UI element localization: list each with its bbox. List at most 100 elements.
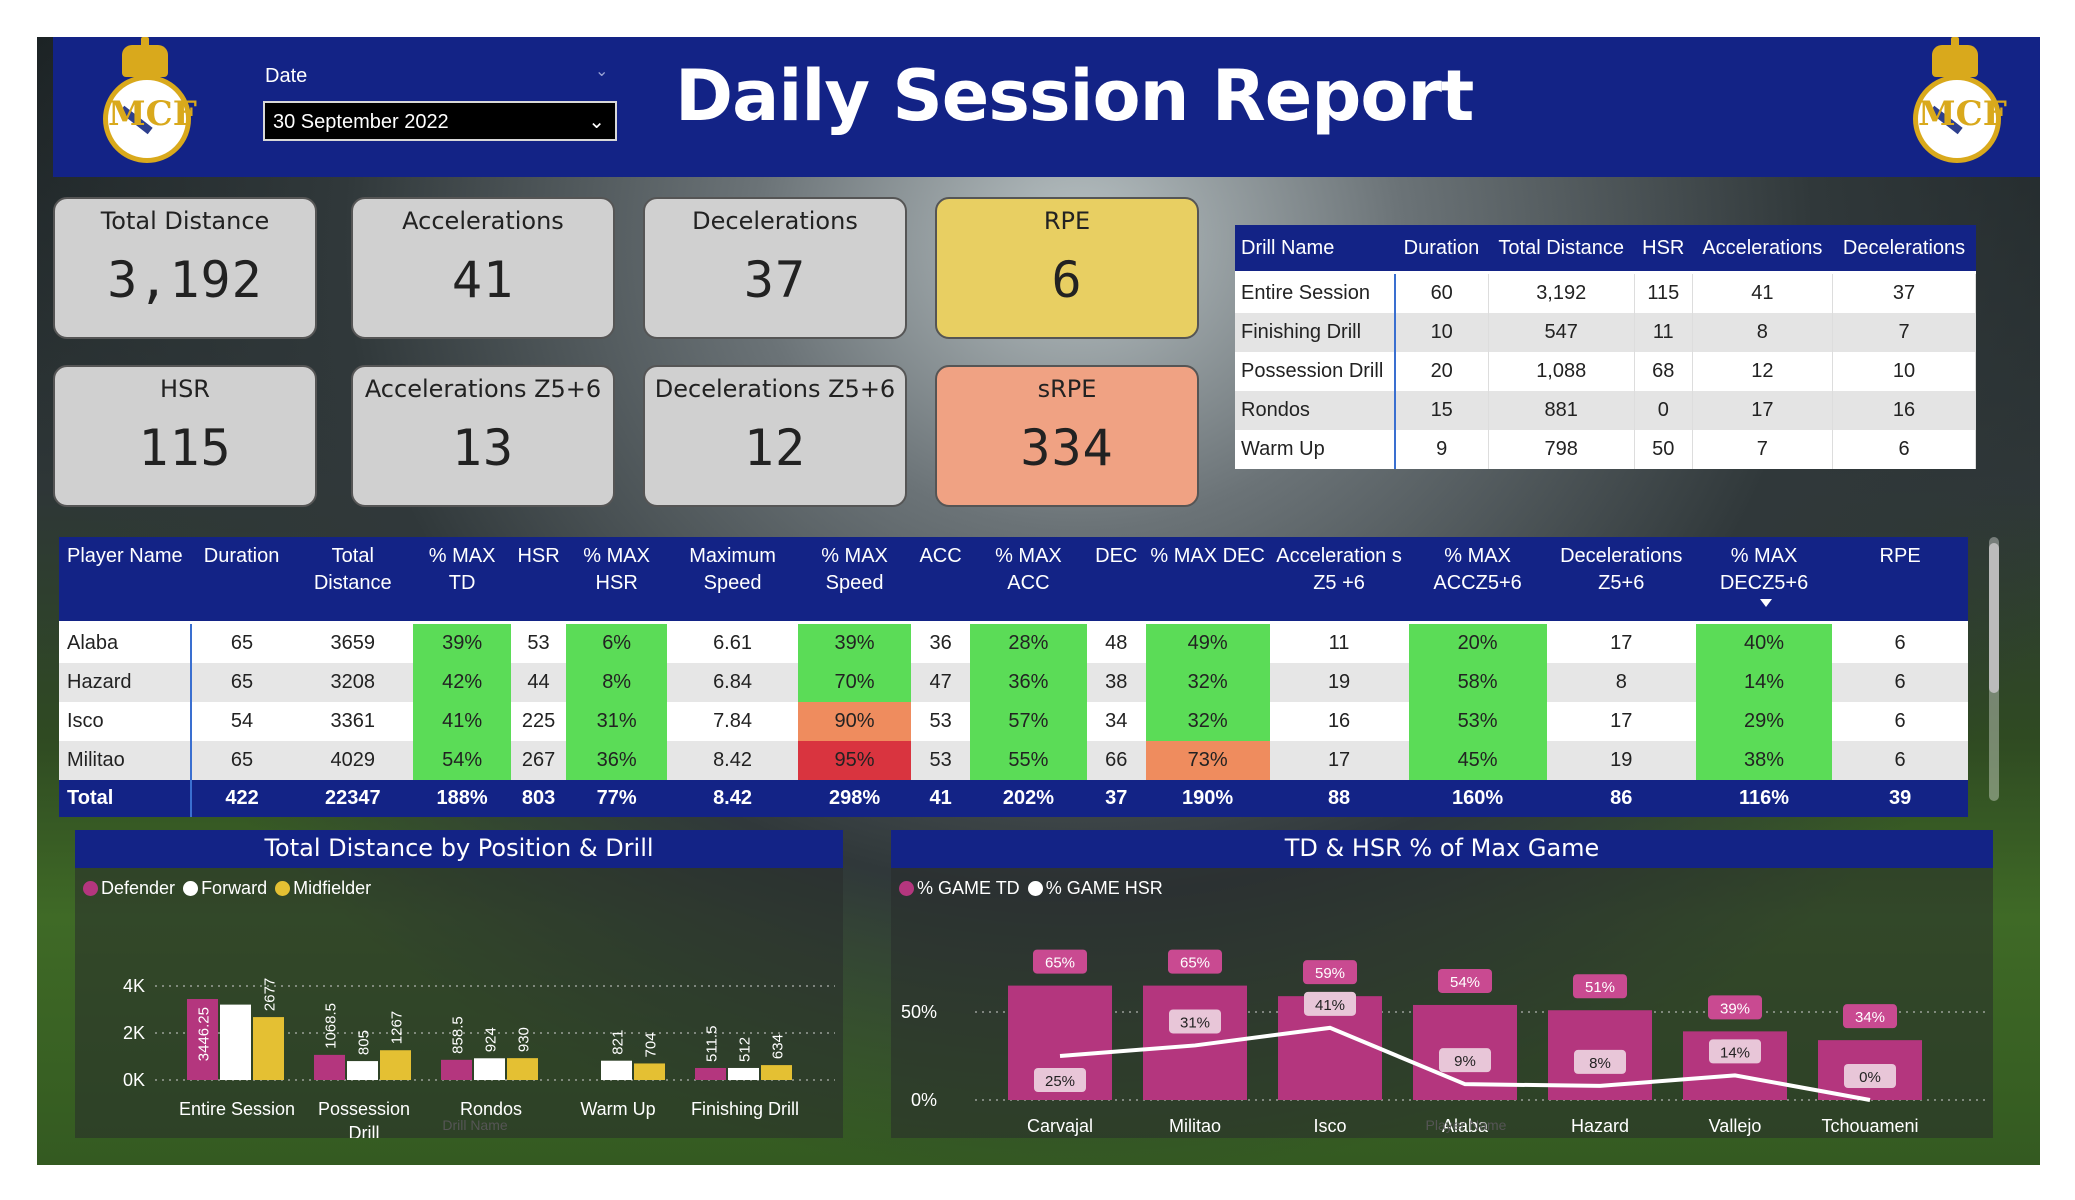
- table-cell: 3361: [292, 702, 414, 741]
- table-row[interactable]: Hazard 65 3208 42% 44 8% 6.84 70% 47 36% 38 32% 19 58…: [59, 663, 1968, 702]
- column-header[interactable]: % MAX DECZ5+6: [1695, 537, 1833, 624]
- column-header-label: DEC: [1095, 545, 1138, 567]
- column-header[interactable]: % MAX TD: [413, 537, 511, 624]
- data-label: 54%: [1450, 974, 1480, 991]
- table-cell: 3659: [292, 622, 414, 663]
- table-cell: 267: [510, 741, 567, 780]
- bar-forward[interactable]: [601, 1060, 632, 1080]
- kpi-label: RPE: [1043, 207, 1091, 235]
- table-cell: 53: [911, 741, 970, 780]
- bar-game-td[interactable]: [1143, 985, 1247, 1100]
- x-tick-label: Drill: [349, 1123, 380, 1138]
- table-row[interactable]: Finishing Drill 10 547 11 8 7: [1235, 313, 1976, 352]
- table-cell: 11: [1269, 622, 1409, 663]
- chevron-down-icon[interactable]: ⌄: [588, 109, 605, 134]
- table-row[interactable]: Alaba 65 3659 39% 53 6% 6.61 39% 36 28% 48 49% 11 20%…: [59, 622, 1968, 663]
- column-header[interactable]: ACC: [911, 537, 970, 624]
- column-header[interactable]: Accelerations: [1692, 225, 1833, 274]
- total-cell: 86: [1546, 780, 1696, 817]
- column-header[interactable]: HSR: [510, 537, 567, 624]
- scrollbar-thumb[interactable]: [1989, 543, 1999, 693]
- table-cell: 53%: [1408, 702, 1547, 741]
- table-cell: 7: [1832, 313, 1976, 352]
- bar-forward[interactable]: [347, 1061, 378, 1080]
- bar-midfielder[interactable]: [380, 1050, 411, 1080]
- chart-panel-td-hsr: TD & HSR % of Max Game % GAME TD% GAME H…: [891, 830, 1993, 1138]
- sort-descending-icon[interactable]: [1759, 599, 1772, 607]
- column-header[interactable]: Duration: [1394, 225, 1489, 274]
- column-header[interactable]: HSR: [1634, 225, 1693, 274]
- bar-forward[interactable]: [220, 1004, 251, 1080]
- drill-table: Drill Name Duration Total Distance HSR A…: [1235, 225, 1976, 469]
- table-cell: 16: [1269, 702, 1409, 741]
- table-cell: 17: [1546, 702, 1696, 741]
- table-scrollbar[interactable]: [1989, 537, 1999, 801]
- table-cell: 798: [1488, 430, 1635, 469]
- bar-midfielder[interactable]: [253, 1017, 284, 1080]
- real-madrid-crest-icon: MCF: [1907, 37, 2007, 163]
- x-tick-label: Vallejo: [1709, 1116, 1762, 1136]
- table-cell: 45%: [1408, 741, 1547, 780]
- table-row[interactable]: Militao 65 4029 54% 267 36% 8.42 95% 53 55% 66 73% 1…: [59, 741, 1968, 780]
- table-cell: 11: [1634, 313, 1693, 352]
- table-row[interactable]: Isco 54 3361 41% 225 31% 7.84 90% 53 57% 34 32% 16 53…: [59, 702, 1968, 741]
- total-cell: 8.42: [667, 780, 798, 817]
- column-header[interactable]: Drill Name: [1235, 225, 1395, 274]
- kpi-value: 3,192: [107, 251, 263, 309]
- x-tick-label: Possession: [318, 1099, 410, 1119]
- table-cell: 16: [1832, 391, 1976, 430]
- kpi-card-total-distance: Total Distance 3,192: [53, 197, 317, 339]
- bar-forward[interactable]: [728, 1067, 759, 1080]
- column-header[interactable]: Player Name: [59, 537, 191, 624]
- date-dropdown[interactable]: 30 September 2022 ⌄: [263, 101, 617, 141]
- column-header[interactable]: Duration: [190, 537, 293, 624]
- bar-midfielder[interactable]: [634, 1063, 665, 1080]
- table-cell: 48: [1086, 622, 1146, 663]
- table-cell: 8%: [566, 663, 668, 702]
- column-header[interactable]: Acceleration s Z5 +6: [1269, 537, 1409, 624]
- column-header-label: HSR: [517, 545, 560, 567]
- column-header[interactable]: % MAX ACC: [969, 537, 1087, 624]
- bar-midfielder[interactable]: [761, 1065, 792, 1080]
- table-cell: 31%: [566, 702, 668, 741]
- table-cell: 3,192: [1488, 272, 1635, 313]
- table-cell: 57%: [969, 702, 1087, 741]
- bar-defender[interactable]: [441, 1059, 472, 1080]
- column-header[interactable]: Total Distance: [1488, 225, 1635, 274]
- data-label: 821: [610, 1030, 627, 1055]
- table-cell: 8: [1692, 313, 1834, 352]
- kpi-card-decelerations-z56: Decelerations Z5+6 12: [643, 365, 907, 507]
- bar-defender[interactable]: [314, 1054, 345, 1080]
- table-cell: 28%: [969, 622, 1087, 663]
- table-cell: 225: [510, 702, 567, 741]
- kpi-label: Total Distance: [100, 207, 270, 235]
- column-header[interactable]: % MAX HSR: [566, 537, 668, 624]
- column-header[interactable]: % MAX Speed: [797, 537, 912, 624]
- kpi-label: Accelerations Z5+6: [364, 375, 602, 403]
- x-axis-title: Drill Name: [442, 1117, 508, 1133]
- bar-forward[interactable]: [474, 1058, 505, 1080]
- column-header[interactable]: Maximum Speed: [667, 537, 798, 624]
- slicer-collapse-icon[interactable]: ⌄: [595, 61, 608, 80]
- column-header[interactable]: % MAX ACCZ5+6: [1408, 537, 1547, 624]
- crest-monogram: MCF: [1918, 94, 2007, 134]
- table-cell: 8: [1546, 663, 1696, 702]
- total-cell: 803: [510, 780, 567, 817]
- column-header[interactable]: Decelerations Z5+6: [1546, 537, 1696, 624]
- column-header[interactable]: RPE: [1832, 537, 1968, 624]
- kpi-card-accelerations: Accelerations 41: [351, 197, 615, 339]
- table-cell: 53: [510, 622, 567, 663]
- table-cell: 3208: [292, 663, 414, 702]
- table-row[interactable]: Warm Up 9 798 50 7 6: [1235, 430, 1976, 469]
- column-header[interactable]: Decelerations: [1832, 225, 1976, 274]
- table-row[interactable]: Rondos 15 881 0 17 16: [1235, 391, 1976, 430]
- bar-midfielder[interactable]: [507, 1058, 538, 1080]
- column-header[interactable]: % MAX DEC: [1145, 537, 1270, 624]
- column-header[interactable]: DEC: [1086, 537, 1146, 624]
- table-row[interactable]: Entire Session 60 3,192 115 41 37: [1235, 272, 1976, 313]
- data-label: 65%: [1045, 955, 1075, 972]
- bar-defender[interactable]: [695, 1067, 726, 1080]
- column-header[interactable]: Total Distance: [292, 537, 414, 624]
- table-row[interactable]: Possession Drill 20 1,088 68 12 10: [1235, 352, 1976, 391]
- x-tick-label: Warm Up: [580, 1099, 655, 1119]
